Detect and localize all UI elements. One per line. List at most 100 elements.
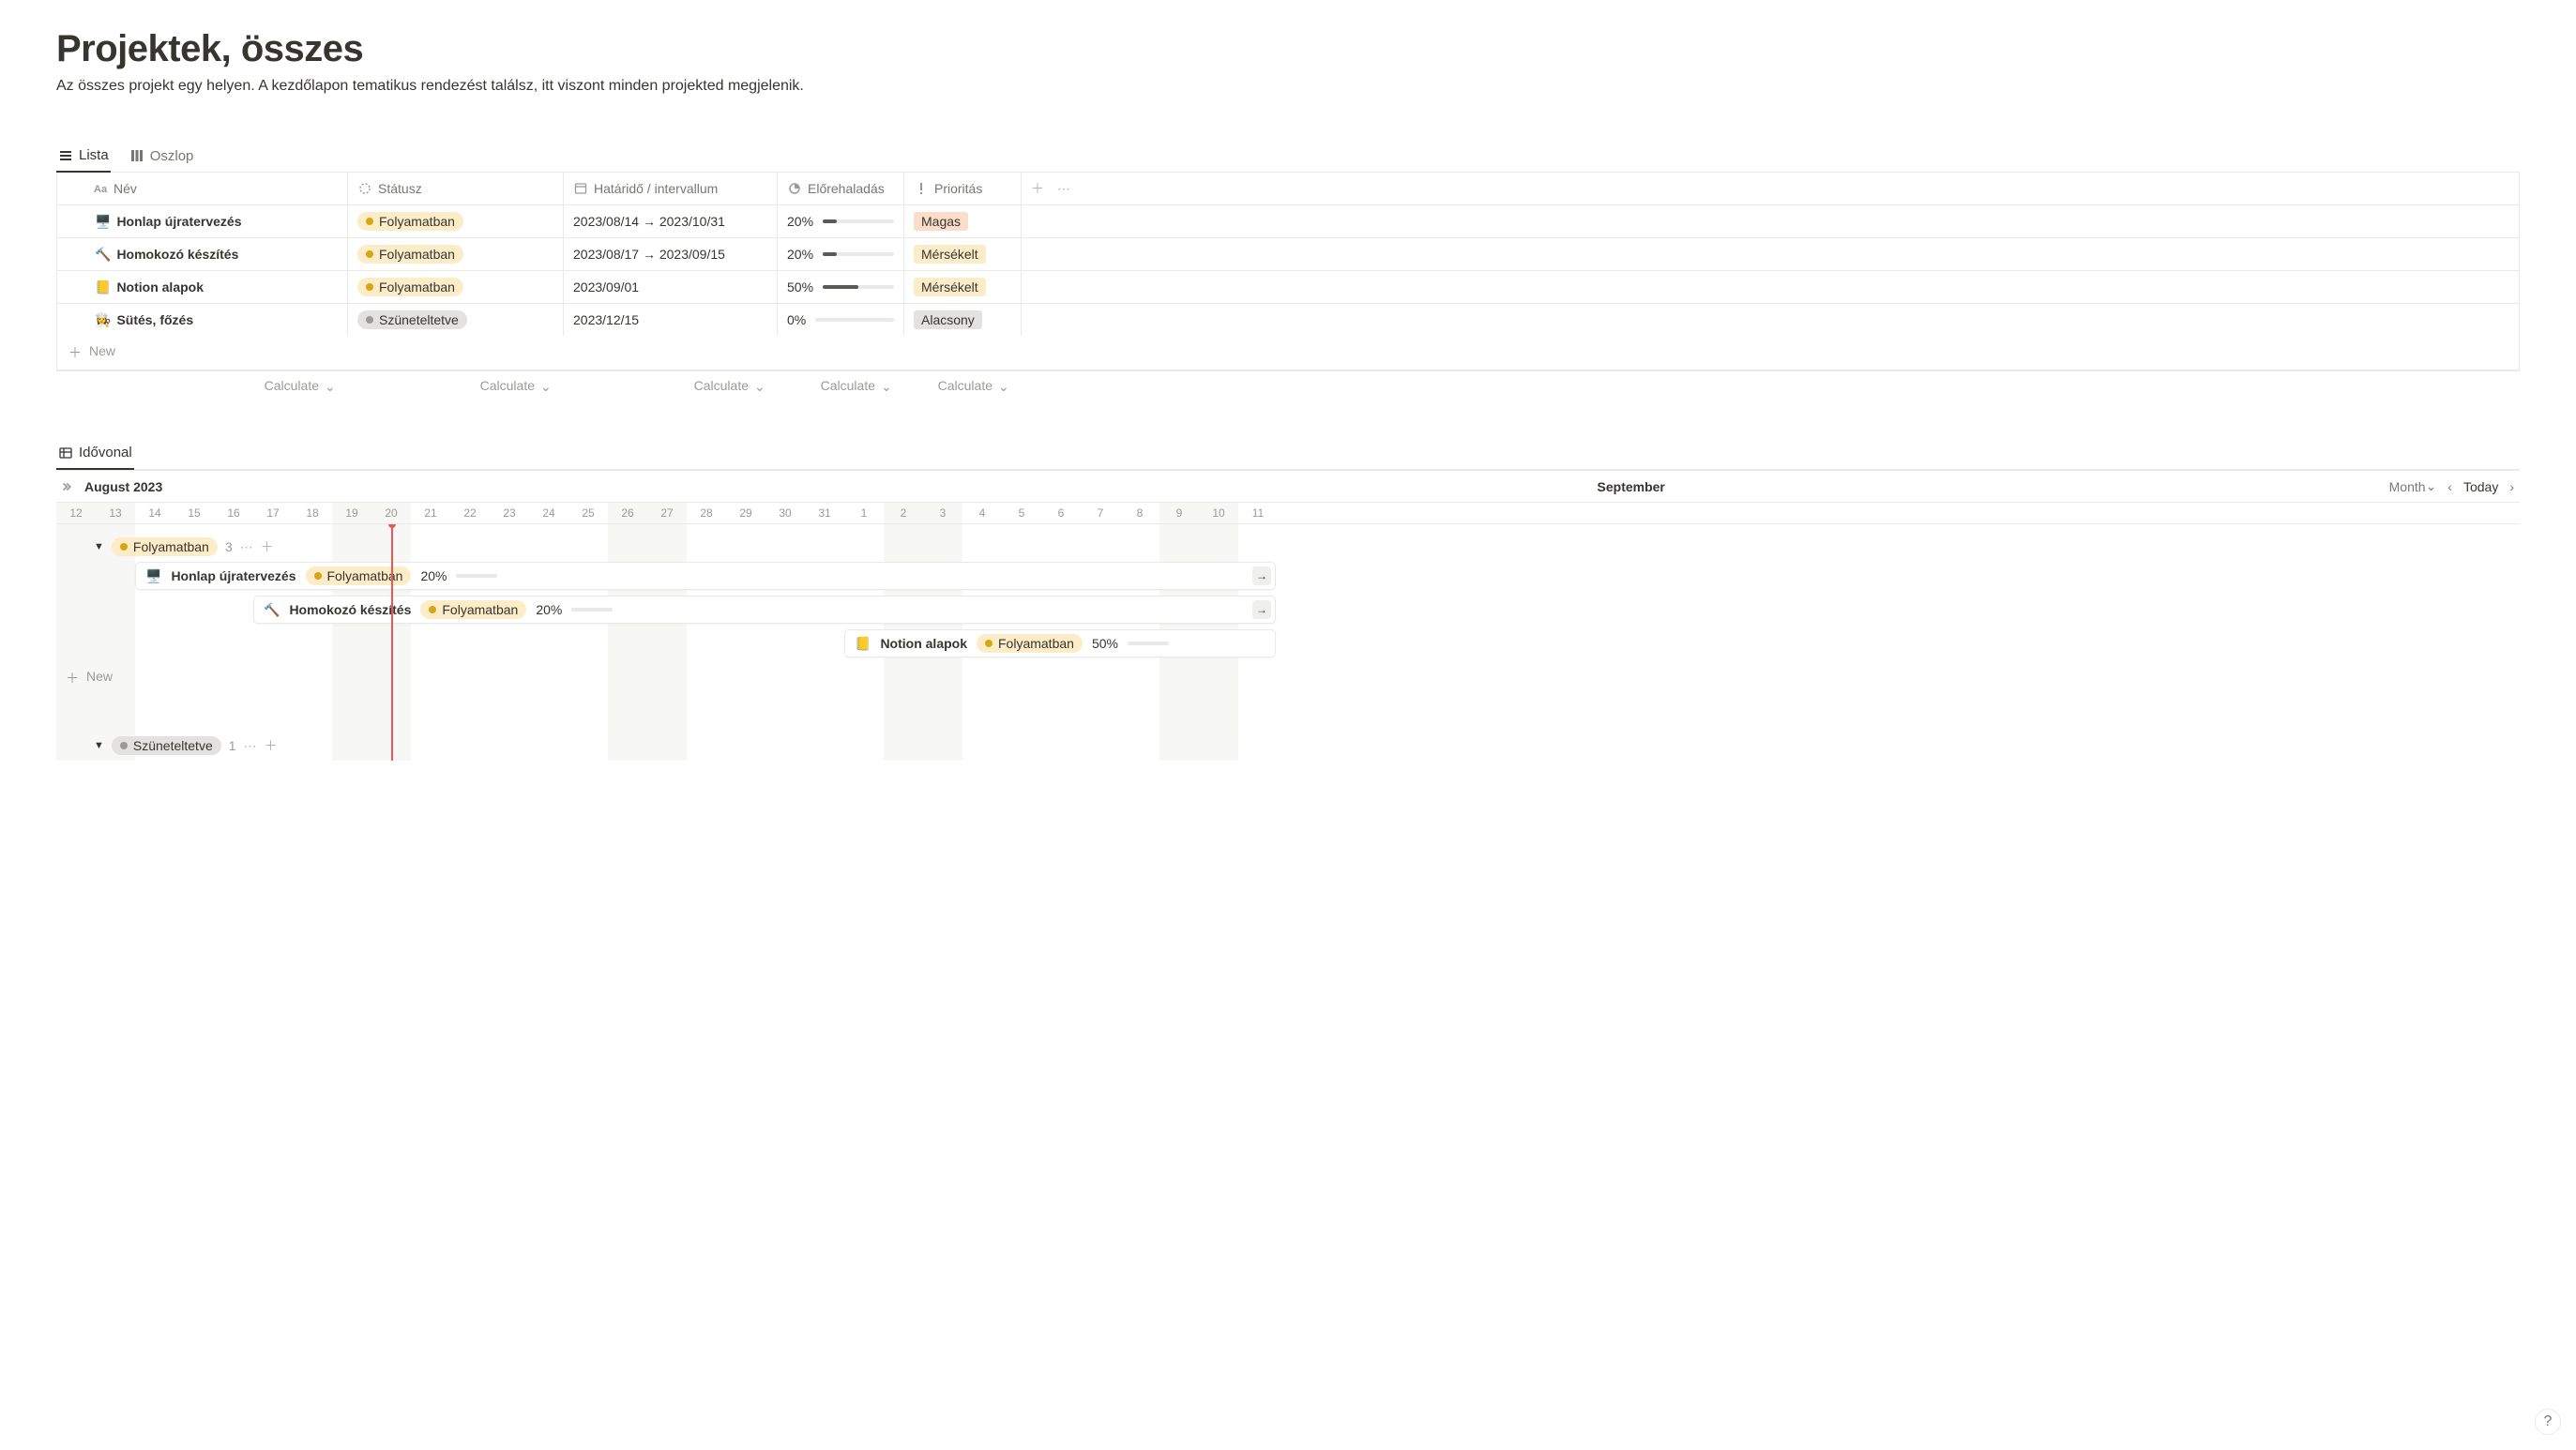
list-icon [58, 148, 73, 163]
next-button[interactable]: › [2509, 479, 2514, 494]
status-pill: Folyamatban [357, 245, 463, 264]
status-pill: Folyamatban [357, 278, 463, 296]
row-date: 2023/12/15 [564, 304, 778, 336]
add-column-button[interactable]: ＋ [1031, 179, 1044, 198]
timeline-bar[interactable]: 🔨 Homokozó készítés Folyamatban 20% → [253, 596, 1276, 624]
row-title: Notion alapok [116, 279, 204, 295]
more-columns-button[interactable]: ⋯ [1057, 181, 1070, 197]
row-icon: 🖥️ [95, 214, 111, 230]
add-row-button[interactable]: ＋ New [57, 336, 2519, 370]
timeline-bar[interactable]: 📒 Notion alapok Folyamatban 50% [844, 629, 1276, 657]
board-icon [129, 148, 144, 163]
table-row[interactable]: 📒 Notion alapok Folyamatban 2023/09/01 5… [57, 271, 2519, 304]
bar-title: Notion alapok [880, 636, 967, 651]
table-row[interactable]: 👩‍🍳 Sütés, főzés Szüneteltetve 2023/12/1… [57, 304, 2519, 336]
row-date: 2023/08/17 → 2023/09/15 [564, 238, 778, 270]
zoom-select[interactable]: Month ⌄ [2389, 478, 2437, 494]
help-button[interactable]: ? [2535, 1409, 2561, 1435]
continue-arrow-icon[interactable]: → [1252, 566, 1271, 585]
calc-status[interactable]: Calculate⌄ [347, 371, 563, 400]
group-add-button[interactable]: ＋ [265, 736, 278, 755]
continue-arrow-icon[interactable]: → [1252, 600, 1271, 619]
col-extra: ＋ ⋯ [1022, 173, 2519, 204]
timeline-group[interactable]: ▼ Szüneteltetve 1 ⋯ ＋ [56, 731, 2520, 761]
today-indicator [391, 524, 393, 761]
timeline-day: 13 [96, 503, 135, 523]
chevron-down-icon: ⌄ [540, 379, 553, 392]
svg-text:Aa: Aa [94, 184, 108, 195]
calc-prio[interactable]: Calculate⌄ [903, 371, 1021, 400]
timeline-day: 2 [884, 503, 923, 523]
bar-status: Folyamatban [306, 566, 412, 585]
caret-down-icon: ▼ [94, 541, 104, 552]
col-name[interactable]: Aa Név [57, 173, 348, 204]
row-icon: 👩‍🍳 [95, 312, 111, 328]
timeline-day: 5 [1002, 503, 1041, 523]
chevron-down-icon: ⌄ [998, 379, 1011, 392]
bar-icon: 📒 [855, 636, 871, 652]
status-pill: Szüneteltetve [357, 310, 467, 329]
col-date[interactable]: Határidő / intervallum [564, 173, 778, 204]
timeline-day: 4 [962, 503, 1002, 523]
priority-pill: Mérsékelt [914, 245, 986, 264]
today-button[interactable]: Today [2463, 479, 2498, 494]
timeline-group[interactable]: ▼ Folyamatban 3 ⋯ ＋ [56, 532, 2520, 562]
row-title: Honlap újratervezés [116, 214, 241, 229]
table-row[interactable]: 🔨 Homokozó készítés Folyamatban 2023/08/… [57, 238, 2519, 271]
timeline-day: 16 [214, 503, 253, 523]
bar-progress [456, 574, 497, 578]
timeline-day: 7 [1081, 503, 1120, 523]
timeline-day: 10 [1199, 503, 1238, 523]
row-date: 2023/08/14 → 2023/10/31 [564, 205, 778, 237]
priority-pill: Mérsékelt [914, 278, 986, 296]
group-more-button[interactable]: ⋯ [240, 539, 253, 555]
row-title: Sütés, főzés [116, 312, 193, 327]
tab-board-label: Oszlop [150, 148, 194, 164]
group-add-button[interactable]: ＋ [261, 537, 274, 556]
calendar-icon [573, 181, 588, 196]
col-progress[interactable]: Előrehaladás [778, 173, 904, 204]
calc-prog[interactable]: Calculate⌄ [777, 371, 903, 400]
row-date: 2023/09/01 [564, 271, 778, 303]
table-row[interactable]: 🖥️ Honlap újratervezés Folyamatban 2023/… [57, 205, 2519, 238]
progress-cell: 50% [787, 279, 894, 295]
timeline-day: 14 [135, 503, 174, 523]
tab-timeline[interactable]: Idővonal [56, 439, 134, 470]
timeline-day: 31 [805, 503, 844, 523]
timeline-day: 20 [371, 503, 411, 523]
timeline-add-button[interactable]: ＋ New [56, 663, 2520, 693]
timeline-day: 6 [1041, 503, 1081, 523]
timeline-day: 12 [56, 503, 96, 523]
calc-date[interactable]: Calculate⌄ [563, 371, 777, 400]
expand-sidebar-button[interactable] [62, 480, 75, 493]
timeline-header: August 2023 September Month ⌄ ‹ Today › [56, 470, 2520, 503]
calc-name[interactable]: Calculate⌄ [56, 371, 347, 400]
col-status[interactable]: Státusz [348, 173, 564, 204]
row-icon: 🔨 [95, 247, 111, 263]
timeline-bar[interactable]: 🖥️ Honlap újratervezés Folyamatban 20% → [135, 562, 1276, 590]
tab-board[interactable]: Oszlop [128, 143, 196, 172]
timeline-day: 24 [529, 503, 568, 523]
tab-list[interactable]: Lista [56, 142, 111, 173]
group-more-button[interactable]: ⋯ [244, 738, 257, 754]
col-priority[interactable]: Prioritás [904, 173, 1022, 204]
timeline-secondary-month: September [1598, 479, 1665, 494]
timeline-day: 29 [726, 503, 765, 523]
bar-progress-label: 20% [536, 602, 562, 617]
timeline-day: 27 [647, 503, 687, 523]
bar-progress [571, 608, 613, 612]
timeline-day: 17 [253, 503, 293, 523]
timeline-day: 18 [293, 503, 332, 523]
priority-icon [914, 181, 929, 196]
timeline-day: 30 [765, 503, 805, 523]
group-count: 1 [229, 738, 236, 753]
bar-title: Honlap újratervezés [171, 568, 295, 583]
progress-cell: 0% [787, 312, 894, 327]
bar-progress [1128, 642, 1169, 645]
timeline-day: 28 [687, 503, 726, 523]
chevron-down-icon: ⌄ [754, 379, 767, 392]
timeline-day: 15 [174, 503, 214, 523]
timeline-icon [58, 446, 73, 461]
prev-button[interactable]: ‹ [2447, 479, 2452, 494]
timeline-day: 11 [1238, 503, 1278, 523]
